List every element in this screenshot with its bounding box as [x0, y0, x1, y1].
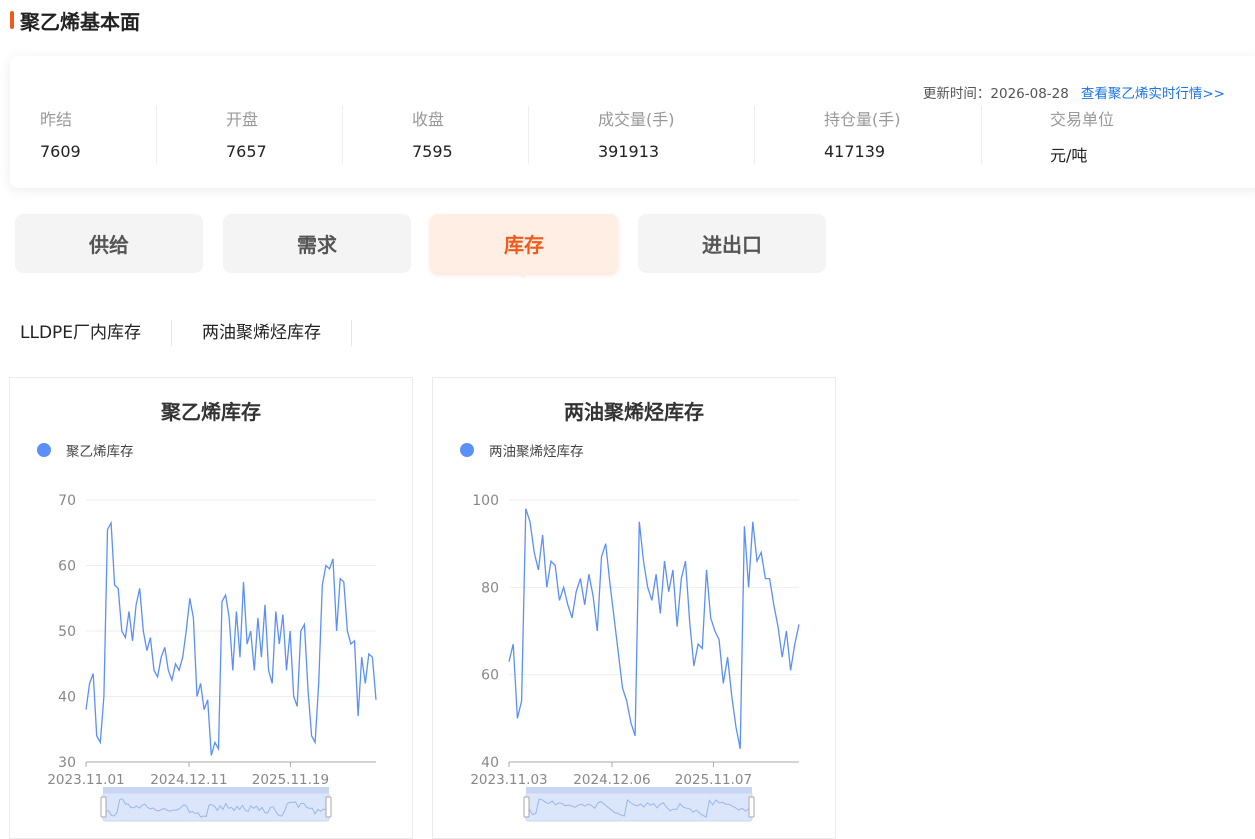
zoom-slider-handle[interactable]: [100, 796, 107, 818]
y-tick-label: 60: [481, 668, 499, 684]
tab-inventory[interactable]: 库存: [430, 214, 618, 273]
stat-volume: 成交量(手) 391913: [598, 106, 675, 164]
stat-label: 收盘: [412, 110, 445, 129]
subtab-two-oil-inventory[interactable]: 两油聚烯烃库存: [172, 320, 353, 346]
chart-card-pe-inventory: 聚乙烯库存 聚乙烯库存 30 40 50 60 70 2023.11.01 2024.12.…: [9, 377, 413, 839]
stat-value: 7609: [40, 142, 81, 161]
tab-import-export[interactable]: 进出口: [638, 214, 826, 273]
stat-prev-settle: 昨结 7609: [40, 106, 81, 164]
zoom-slider-track[interactable]: [102, 792, 330, 822]
x-tick-label: 2024.12.11: [150, 772, 227, 788]
title-accent-bar: [10, 11, 14, 29]
realtime-quote-link[interactable]: 查看聚乙烯实时行情>>: [1081, 86, 1225, 102]
update-time: 更新时间：2026-08-28: [922, 86, 1069, 102]
zoom-slider-handle[interactable]: [748, 796, 755, 818]
zoom-slider-handle[interactable]: [523, 796, 530, 818]
line-chart-pe-inventory[interactable]: 30 40 50 60 70 2023.11.01 2024.12.11 2025.11.19: [10, 378, 412, 838]
y-tick-label: 50: [58, 624, 76, 640]
stat-divider: [754, 106, 755, 164]
x-tick-label: 2025.11.19: [252, 772, 329, 788]
market-stats-card: 更新时间：2026-08-28 查看聚乙烯实时行情>> 昨结 7609 开盘 76…: [10, 56, 1255, 188]
zoom-slider-handle[interactable]: [325, 796, 332, 818]
x-tick-label: 2023.11.03: [470, 772, 547, 788]
stat-label: 成交量(手): [598, 110, 675, 129]
series-line: [85, 520, 377, 756]
stat-open: 开盘 7657: [226, 106, 267, 164]
zoom-slider-bar[interactable]: [103, 787, 329, 793]
y-tick-label: 40: [481, 755, 499, 771]
y-tick-label: 100: [472, 493, 499, 509]
active-tab-caret: [517, 273, 529, 279]
stat-trade-unit: 交易单位 元/吨: [1050, 106, 1115, 165]
y-tick-label: 40: [58, 690, 76, 706]
stat-divider: [156, 106, 157, 164]
page-header: 聚乙烯基本面: [10, 8, 140, 34]
line-chart-two-oil-inventory[interactable]: 40 60 80 100 2023.11.03 2024.12.06 2025.11.07: [433, 378, 835, 838]
y-tick-label: 80: [481, 580, 499, 596]
stat-value: 391913: [598, 142, 660, 161]
chart-card-two-oil-inventory: 两油聚烯烃库存 两油聚烯烃库存 40 60 80 100 2023.11.03 2024.…: [432, 377, 836, 839]
y-tick-label: 30: [58, 755, 76, 771]
x-tick-label: 2025.11.07: [675, 772, 752, 788]
tab-demand[interactable]: 需求: [223, 214, 411, 273]
stat-close: 收盘 7595: [412, 106, 453, 164]
y-tick-label: 70: [58, 493, 76, 509]
stat-value: 7595: [412, 142, 453, 161]
stat-label: 昨结: [40, 110, 73, 129]
x-tick-label: 2023.11.01: [47, 772, 124, 788]
stat-label: 交易单位: [1050, 110, 1115, 129]
stat-open-interest: 持仓量(手) 417139: [824, 106, 901, 164]
page-title: 聚乙烯基本面: [20, 9, 140, 34]
stat-divider: [528, 106, 529, 164]
tab-supply[interactable]: 供给: [15, 214, 203, 273]
subtab-lldpe-inventory[interactable]: LLDPE厂内库存: [0, 320, 173, 346]
stat-label: 持仓量(手): [824, 110, 901, 129]
stat-label: 开盘: [226, 110, 259, 129]
zoom-slider-track[interactable]: [525, 792, 753, 822]
x-tick-label: 2024.12.06: [573, 772, 650, 788]
stat-value: 417139: [824, 142, 886, 161]
zoom-slider-bar[interactable]: [526, 787, 752, 793]
y-tick-label: 60: [58, 559, 76, 575]
series-line: [508, 508, 800, 750]
stat-value: 元/吨: [1050, 146, 1088, 165]
update-row: 更新时间：2026-08-28 查看聚乙烯实时行情>>: [923, 82, 1225, 102]
stat-value: 7657: [226, 142, 267, 161]
stat-divider: [981, 106, 982, 164]
subtab-bar: LLDPE厂内库存 两油聚烯烃库存: [0, 320, 353, 346]
stat-divider: [342, 106, 343, 164]
